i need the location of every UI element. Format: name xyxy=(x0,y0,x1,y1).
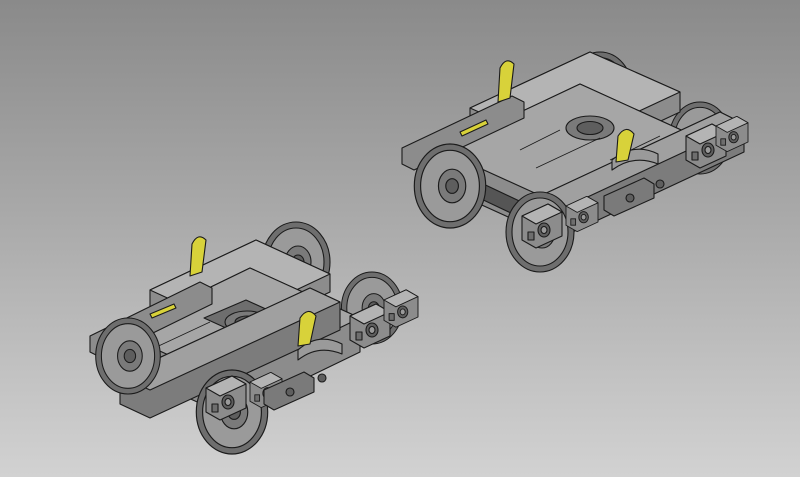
3d-viewport[interactable] xyxy=(0,0,800,477)
model-canvas xyxy=(89,51,749,455)
bogie-right[interactable] xyxy=(401,51,749,273)
bogie-left[interactable] xyxy=(89,221,419,455)
